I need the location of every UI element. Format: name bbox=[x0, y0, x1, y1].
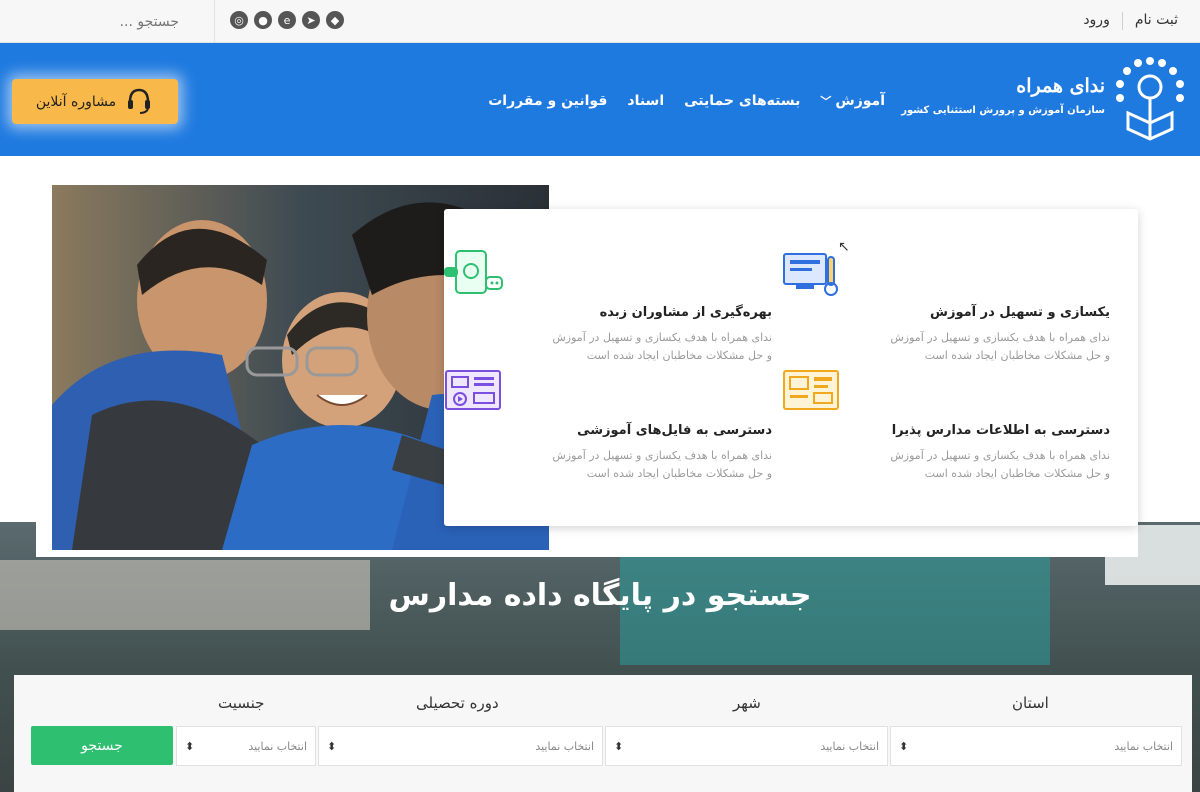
select-placeholder: انتخاب نمایید bbox=[1114, 739, 1173, 753]
organization-logo[interactable] bbox=[1110, 51, 1190, 141]
register-link[interactable]: ثبت نام bbox=[1135, 12, 1178, 30]
gender-label: جنسیت bbox=[218, 694, 265, 712]
feature-title: دسترسی به فایل‌های آموزشی bbox=[577, 423, 772, 438]
city-label: شهر bbox=[733, 694, 761, 712]
brand: ندای همراه سازمان آموزش و پرورش استثنایی… bbox=[901, 75, 1105, 116]
nav-item-rules[interactable]: قوانین و مقررات bbox=[488, 93, 607, 109]
feature-desc-line: ندای همراه با هدف یکسازی و تسهیل در آموز… bbox=[890, 331, 1110, 344]
sort-arrows-icon: ⬍ bbox=[614, 739, 624, 753]
feature-desc-line: ندای همراه با هدف یکسازی و تسهیل در آموز… bbox=[552, 449, 772, 462]
city-select[interactable]: انتخاب نمایید ⬍ bbox=[605, 726, 888, 766]
top-search bbox=[0, 0, 215, 43]
feature-item: یکسازی و تسهیل در آموزش ندای همراه با هد… bbox=[780, 249, 1110, 364]
nav-item-support-packages[interactable]: بسته‌های حمایتی bbox=[684, 93, 800, 109]
feature-description: ندای همراه با هدف یکسازی و تسهیل در آموز… bbox=[780, 329, 1110, 364]
brand-name: ندای همراه bbox=[1016, 75, 1105, 97]
feature-title: یکسازی و تسهیل در آموزش bbox=[930, 305, 1110, 320]
feature-desc-line: ندای همراه با هدف یکسازی و تسهیل در آموز… bbox=[552, 331, 772, 344]
search-button[interactable]: جستجو bbox=[31, 726, 173, 765]
level-select[interactable]: انتخاب نمایید ⬍ bbox=[318, 726, 603, 766]
telegram-icon[interactable]: ➤ bbox=[302, 11, 320, 29]
main-nav: آموزش ﹀ بسته‌های حمایتی اسناد قوانین و م… bbox=[488, 93, 885, 109]
aparat-icon[interactable]: ● bbox=[254, 11, 272, 29]
feature-desc-line: و حل مشکلات مخاطبان ایجاد شده است bbox=[586, 466, 772, 480]
login-link[interactable]: ورود bbox=[1083, 12, 1110, 30]
province-select[interactable]: انتخاب نمایید ⬍ bbox=[890, 726, 1182, 766]
sort-arrows-icon: ⬍ bbox=[185, 739, 195, 753]
school-info-icon bbox=[780, 367, 842, 417]
select-placeholder: انتخاب نمایید bbox=[535, 739, 594, 753]
feature-desc-line: و حل مشکلات مخاطبان ایجاد شده است bbox=[924, 466, 1110, 480]
online-consult-label: مشاوره آنلاین bbox=[35, 93, 117, 110]
instagram-icon[interactable]: ◎ bbox=[230, 11, 248, 29]
feature-description: ندای همراه با هدف یکسازی و تسهیل در آموز… bbox=[442, 329, 772, 364]
gender-select[interactable]: انتخاب نمایید ⬍ bbox=[176, 726, 316, 766]
online-consult-button[interactable]: مشاوره آنلاین bbox=[12, 79, 178, 124]
video-files-icon bbox=[442, 367, 504, 417]
top-bar: ◎ ● e ➤ ◆ ثبت نام ورود bbox=[0, 0, 1200, 43]
feature-item: دسترسی به فایل‌های آموزشی ندای همراه با … bbox=[442, 367, 772, 482]
select-placeholder: انتخاب نمایید bbox=[820, 739, 879, 753]
feature-desc-line: و حل مشکلات مخاطبان ایجاد شده است bbox=[924, 348, 1110, 362]
divider bbox=[1121, 12, 1123, 30]
feature-desc-line: ندای همراه با هدف یکسازی و تسهیل در آموز… bbox=[890, 449, 1110, 462]
eitaa-icon[interactable]: e bbox=[278, 11, 296, 29]
feature-desc-line: و حل مشکلات مخاطبان ایجاد شده است bbox=[586, 348, 772, 362]
feature-description: ندای همراه با هدف یکسازی و تسهیل در آموز… bbox=[442, 447, 772, 482]
feature-item: بهره‌گیری از مشاوران زبده ندای همراه با … bbox=[442, 249, 772, 364]
select-placeholder: انتخاب نمایید bbox=[248, 739, 307, 753]
nav-label: اسناد bbox=[627, 93, 665, 109]
computer-icon bbox=[780, 249, 842, 299]
nav-label: آموزش bbox=[835, 93, 885, 109]
brand-subtitle: سازمان آموزش و پرورش استثنایی کشور bbox=[901, 105, 1105, 116]
sort-arrows-icon: ⬍ bbox=[327, 739, 337, 753]
chevron-down-icon: ﹀ bbox=[820, 95, 832, 108]
chat-support-icon bbox=[442, 249, 504, 299]
sort-arrows-icon: ⬍ bbox=[899, 739, 909, 753]
feature-title: دسترسی به اطلاعات مدارس پذیرا bbox=[891, 423, 1110, 438]
rubika-icon[interactable]: ◆ bbox=[326, 11, 344, 29]
province-label: استان bbox=[1012, 694, 1049, 712]
feature-title: بهره‌گیری از مشاوران زبده bbox=[599, 305, 772, 320]
nav-item-documents[interactable]: اسناد bbox=[627, 93, 664, 109]
auth-links: ثبت نام ورود bbox=[1083, 12, 1178, 30]
feature-item: دسترسی به اطلاعات مدارس پذیرا ندای همراه… bbox=[780, 367, 1110, 482]
nav-label: قوانین و مقررات bbox=[488, 93, 608, 109]
mouse-cursor-icon: ↖ bbox=[838, 239, 850, 255]
feature-description: ندای همراه با هدف یکسازی و تسهیل در آموز… bbox=[780, 447, 1110, 482]
level-label: دوره تحصیلی bbox=[416, 694, 499, 712]
school-database-search-title: جستجو در پایگاه داده مدارس bbox=[388, 578, 812, 613]
nav-item-education[interactable]: آموزش ﹀ bbox=[820, 93, 885, 109]
features-card: یکسازی و تسهیل در آموزش ندای همراه با هد… bbox=[444, 209, 1138, 526]
social-links: ◎ ● e ➤ ◆ bbox=[230, 11, 344, 29]
main-header: ندای همراه سازمان آموزش و پرورش استثنایی… bbox=[0, 43, 1200, 156]
headset-icon bbox=[124, 85, 154, 119]
nav-label: بسته‌های حمایتی bbox=[684, 93, 801, 109]
top-search-input[interactable] bbox=[0, 0, 214, 43]
